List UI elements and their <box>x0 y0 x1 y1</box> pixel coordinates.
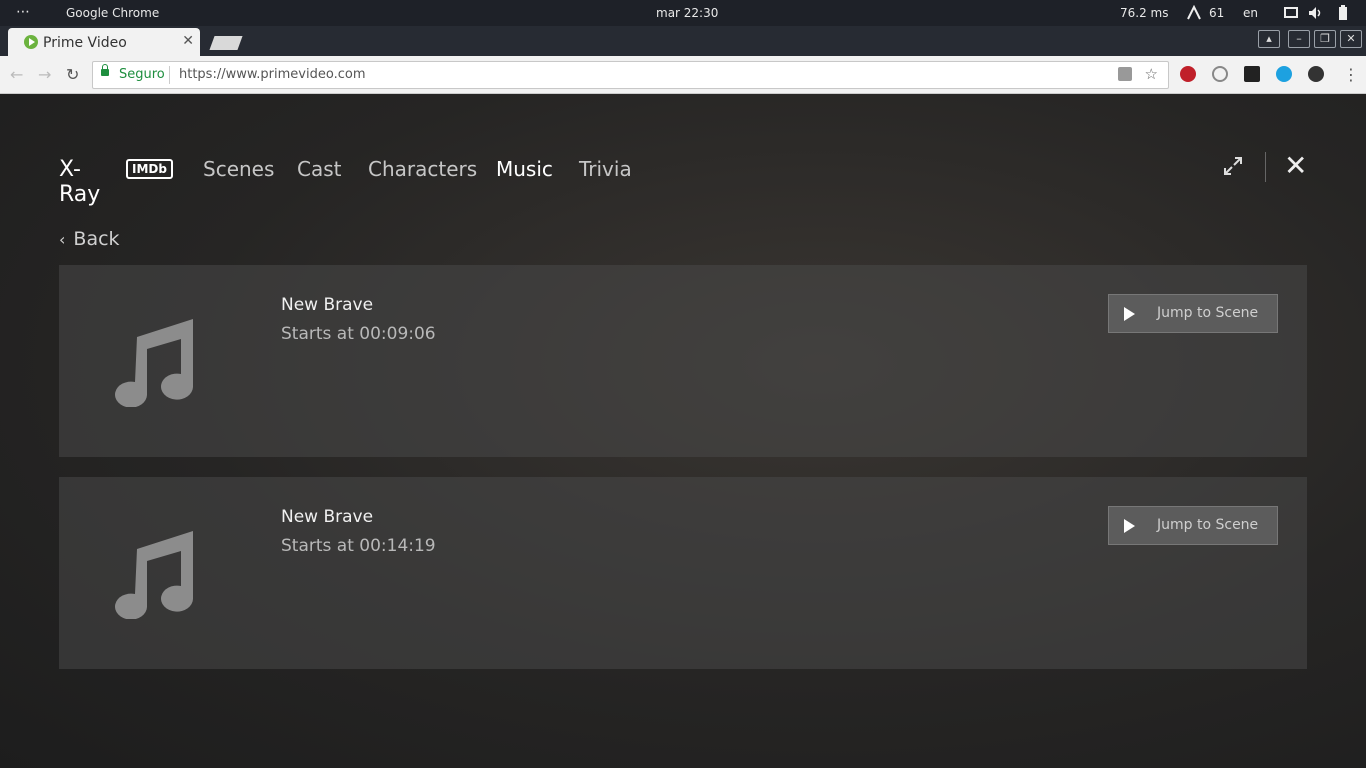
close-icon[interactable]: ✕ <box>1284 152 1307 180</box>
imdb-badge: IMDb <box>126 159 173 179</box>
forward-nav-icon[interactable]: → <box>38 65 51 84</box>
reload-icon[interactable]: ↻ <box>66 65 79 84</box>
skype-icon[interactable] <box>1276 66 1292 82</box>
music-note-icon <box>115 319 193 407</box>
music-note-icon <box>115 531 193 619</box>
song-start-time: Starts at 00:09:06 <box>281 324 436 344</box>
music-track-card: New Brave Starts at 00:09:06 Jump to Sce… <box>59 265 1307 457</box>
xray-overlay: X-Ray IMDb Scenes Cast Characters Music … <box>0 94 1366 768</box>
expand-icon[interactable] <box>1223 156 1243 176</box>
chrome-menu-icon[interactable]: ⋮ <box>1343 65 1359 84</box>
address-bar[interactable]: Seguro https://www.primevideo.com ☆ <box>92 61 1169 89</box>
tab-cast[interactable]: Cast <box>297 157 341 181</box>
play-icon <box>1124 307 1135 321</box>
browser-toolbar: ← → ↻ Seguro https://www.primevideo.com … <box>0 56 1366 94</box>
song-title: New Brave <box>281 295 374 315</box>
back-button[interactable]: ‹ Back <box>59 228 120 250</box>
lock-icon <box>101 64 109 76</box>
tab-scenes[interactable]: Scenes <box>203 157 274 181</box>
battery-icon[interactable] <box>1335 5 1351 21</box>
xray-title: X-Ray <box>59 157 101 207</box>
activities-dots-icon[interactable]: ⋯ <box>16 4 31 20</box>
network-icon[interactable] <box>1186 4 1202 21</box>
keyboard-language[interactable]: en <box>1243 6 1258 20</box>
tab-title: Prime Video <box>43 35 127 51</box>
jump-label: Jump to Scene <box>1157 517 1259 533</box>
restore-button[interactable]: ❐ <box>1314 30 1336 48</box>
tray-count: 61 <box>1209 6 1225 20</box>
profile-button[interactable]: ▴ <box>1258 30 1280 48</box>
favicon-prime-icon <box>24 35 38 49</box>
back-chevron-icon: ‹ <box>59 230 66 249</box>
system-top-bar: ⋯ Google Chrome mar 22:30 76.2 ms 61 en <box>0 0 1366 26</box>
omnibox-divider <box>169 66 170 84</box>
back-nav-icon[interactable]: ← <box>10 65 23 84</box>
tab-music[interactable]: Music <box>496 157 553 181</box>
gnome-foot-icon[interactable] <box>1308 66 1324 82</box>
adblock-icon[interactable] <box>1180 66 1196 82</box>
music-track-card: New Brave Starts at 00:14:19 Jump to Sce… <box>59 477 1307 669</box>
song-start-time: Starts at 00:14:19 <box>281 536 436 556</box>
close-window-button[interactable]: ✕ <box>1340 30 1362 48</box>
song-title: New Brave <box>281 507 374 527</box>
chrome-tab-strip: Prime Video ✕ ▴ – ❐ ✕ <box>0 26 1366 56</box>
extension-swirl-icon[interactable] <box>1212 66 1228 82</box>
browser-tab[interactable]: Prime Video ✕ <box>8 28 200 56</box>
jump-to-scene-button[interactable]: Jump to Scene <box>1108 506 1278 545</box>
amazon-icon[interactable] <box>1244 66 1260 82</box>
star-icon[interactable]: ☆ <box>1145 65 1158 83</box>
secure-label: Seguro <box>119 67 165 82</box>
minimize-button[interactable]: – <box>1288 30 1310 48</box>
header-divider <box>1265 152 1266 182</box>
play-icon <box>1124 519 1135 533</box>
clock[interactable]: mar 22:30 <box>656 6 718 20</box>
url-text[interactable]: https://www.primevideo.com <box>179 67 365 82</box>
close-tab-icon[interactable]: ✕ <box>182 33 194 49</box>
jump-label: Jump to Scene <box>1157 305 1259 321</box>
volume-icon[interactable] <box>1307 5 1323 21</box>
new-tab-button[interactable] <box>209 36 243 50</box>
tab-trivia[interactable]: Trivia <box>579 157 632 181</box>
back-label: Back <box>73 228 120 250</box>
jump-to-scene-button[interactable]: Jump to Scene <box>1108 294 1278 333</box>
ping-readout: 76.2 ms <box>1120 6 1169 20</box>
app-menu[interactable]: Google Chrome <box>66 6 159 20</box>
tab-characters[interactable]: Characters <box>368 157 477 181</box>
screen-icon[interactable] <box>1283 5 1299 21</box>
translate-icon[interactable] <box>1118 67 1132 81</box>
